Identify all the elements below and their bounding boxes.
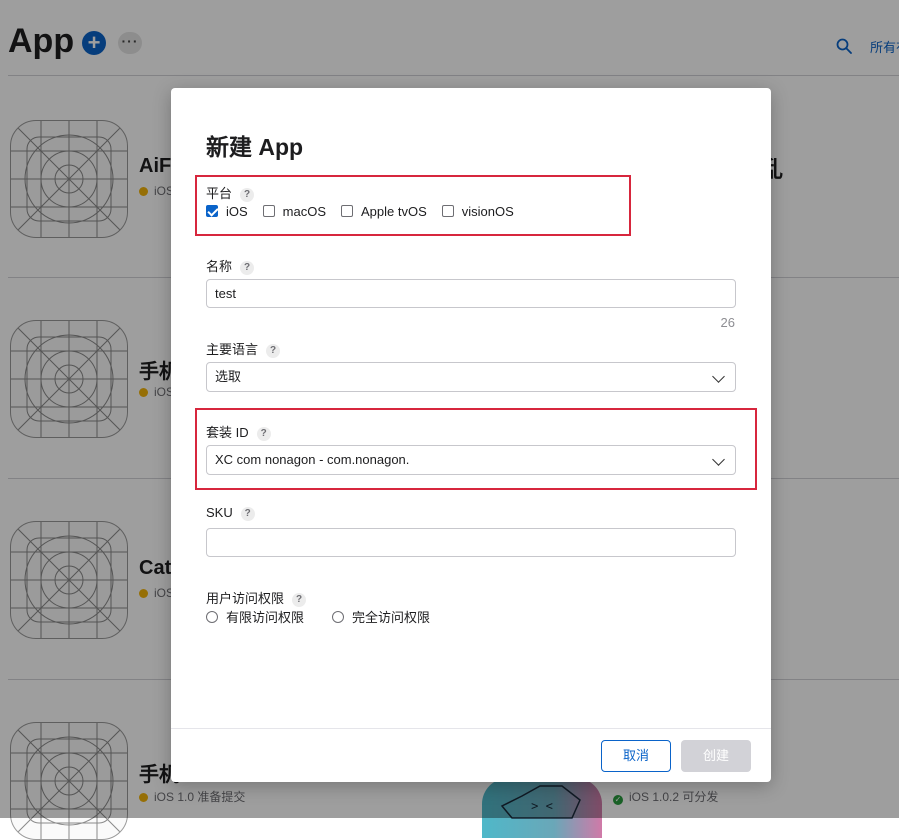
language-label: 主要语言? bbox=[206, 339, 281, 358]
cancel-button[interactable]: 取消 bbox=[601, 740, 671, 772]
bundle-id-highlight-box bbox=[195, 408, 757, 490]
dialog-title: 新建 App bbox=[206, 134, 304, 160]
sku-label: SKU? bbox=[206, 505, 255, 521]
help-icon[interactable]: ? bbox=[292, 592, 307, 607]
radio-icon[interactable] bbox=[332, 610, 345, 623]
name-char-count: 26 bbox=[720, 315, 735, 330]
chevron-down-icon bbox=[712, 370, 725, 383]
language-select[interactable]: 选取 bbox=[206, 362, 736, 392]
help-icon[interactable]: ? bbox=[266, 343, 281, 358]
full-access-radio[interactable]: 完全访问权限 bbox=[332, 607, 430, 626]
radio-icon[interactable] bbox=[206, 610, 218, 623]
user-access-options: 有限访问权限 完全访问权限 bbox=[206, 607, 458, 626]
limited-access-radio[interactable]: 有限访问权限 bbox=[206, 607, 304, 626]
help-icon[interactable]: ? bbox=[240, 506, 255, 521]
help-icon[interactable]: ? bbox=[240, 260, 255, 275]
sku-input[interactable] bbox=[206, 528, 736, 557]
name-label: 名称? bbox=[206, 256, 255, 275]
user-access-label: 用户访问权限? bbox=[206, 588, 307, 607]
platform-highlight-box bbox=[195, 175, 631, 236]
name-input[interactable]: test bbox=[206, 279, 736, 308]
create-button[interactable]: 创建 bbox=[681, 740, 751, 772]
footer-divider bbox=[171, 728, 771, 729]
